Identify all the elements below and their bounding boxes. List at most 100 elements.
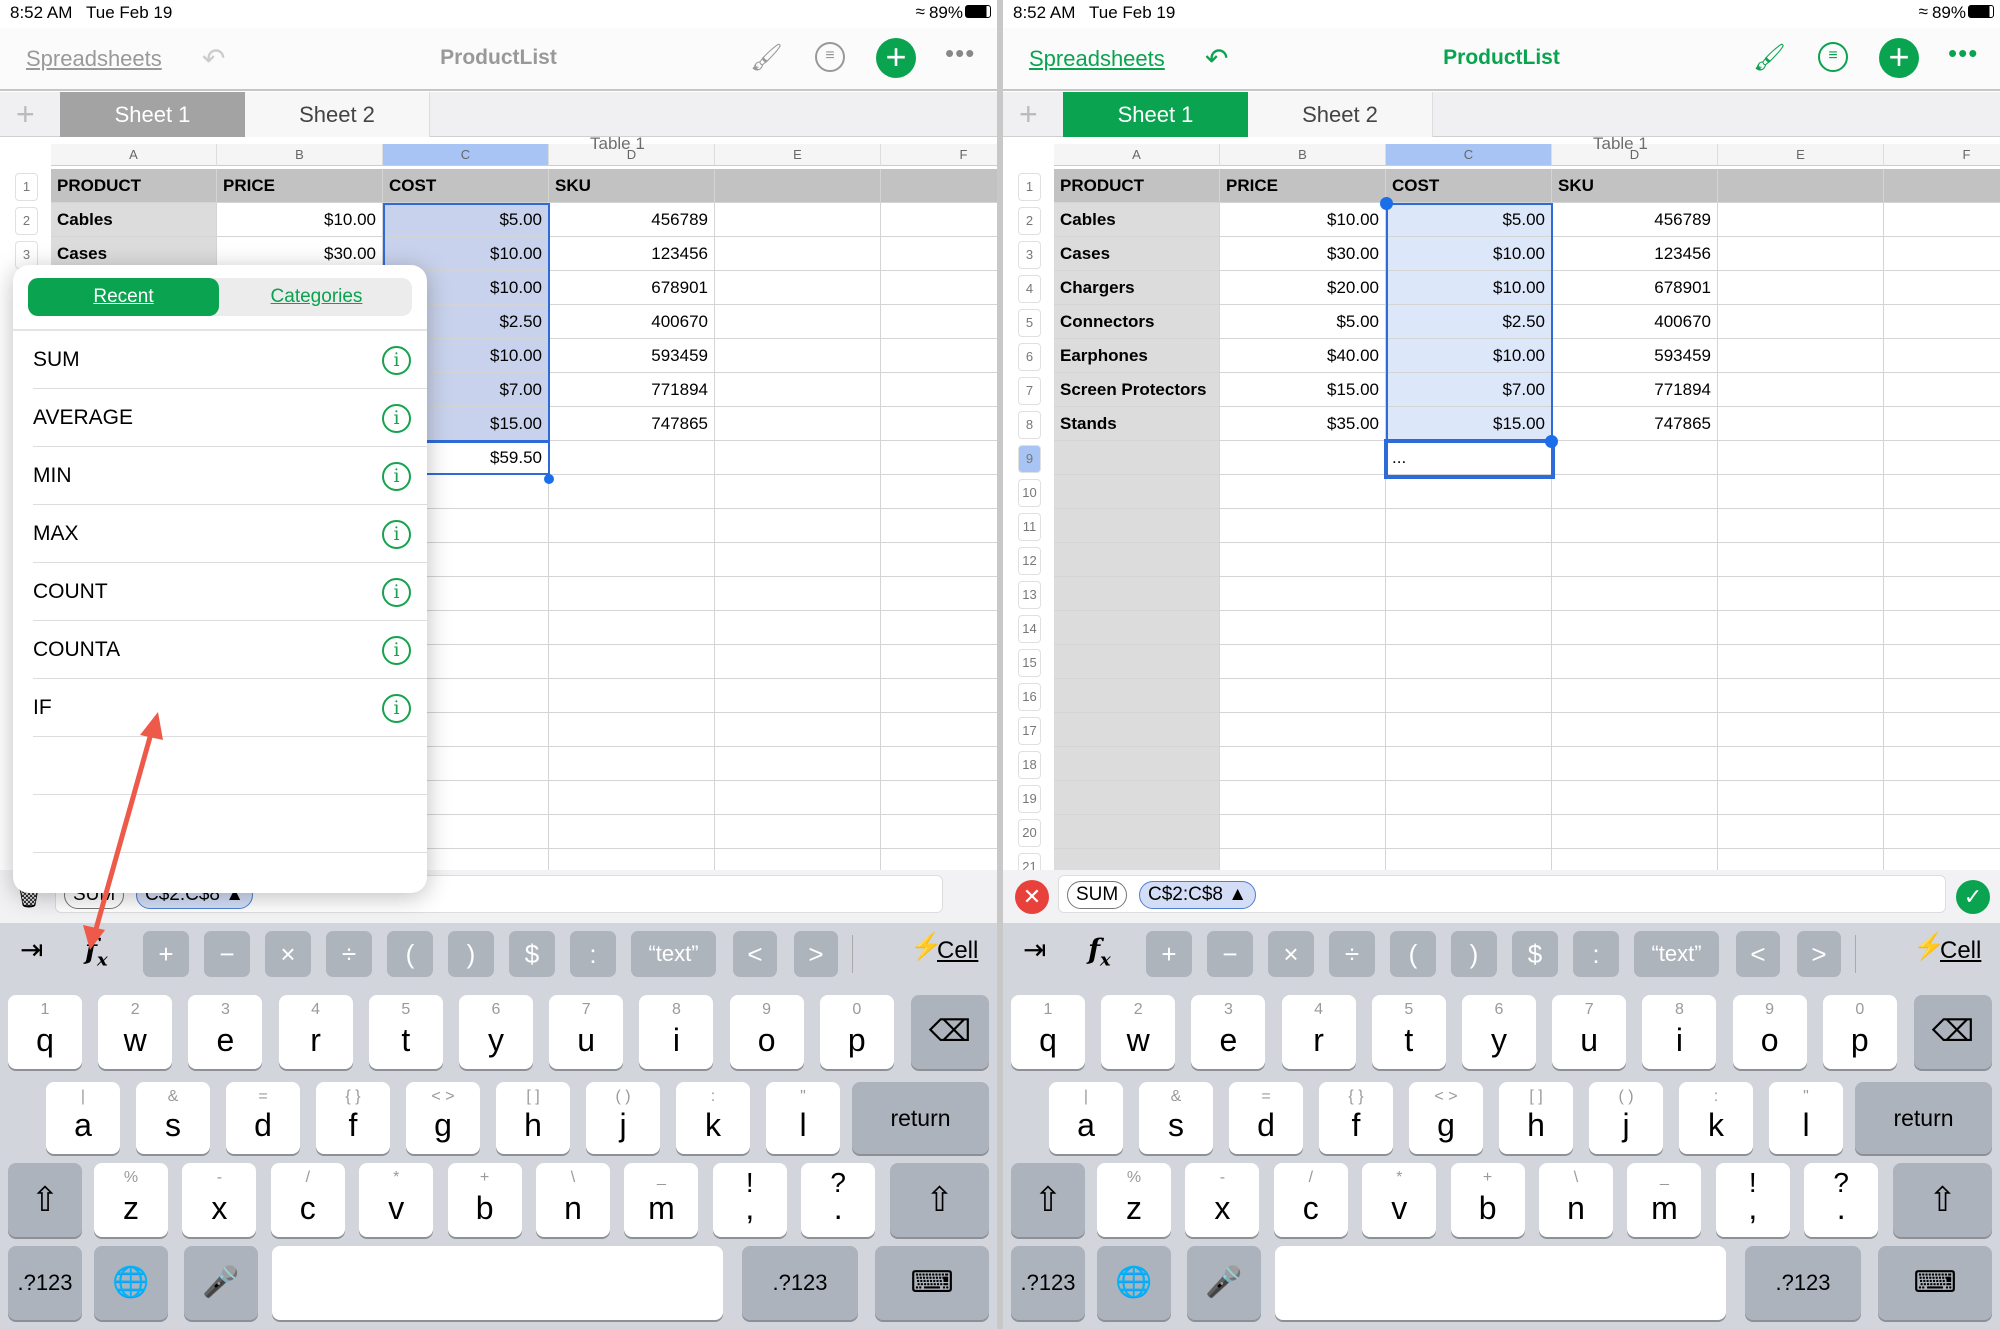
row-number[interactable]: 12 [1018, 547, 1041, 575]
table-cell[interactable] [1884, 407, 2000, 441]
table-cell[interactable] [1884, 611, 2000, 645]
table-cell[interactable] [1552, 577, 1718, 611]
table-cell[interactable] [1718, 271, 1884, 305]
more-icon[interactable]: ••• [1948, 38, 1978, 69]
table-cell[interactable] [1386, 475, 1552, 509]
table-cell[interactable] [1552, 441, 1718, 475]
key-x[interactable]: -x [1185, 1163, 1260, 1237]
table-cell[interactable] [1220, 713, 1386, 747]
table-cell[interactable] [1884, 747, 2000, 781]
row-number[interactable]: 3 [1018, 241, 1041, 269]
table-cell[interactable] [1386, 679, 1552, 713]
microphone-key[interactable]: 🎤 [1187, 1246, 1261, 1320]
table-cell[interactable] [1220, 679, 1386, 713]
table-cell[interactable]: Earphones [1054, 339, 1220, 373]
operator-key[interactable]: − [1207, 931, 1253, 977]
table-cell[interactable] [1718, 543, 1884, 577]
table-cell[interactable] [1220, 577, 1386, 611]
table-cell[interactable]: $35.00 [1220, 407, 1386, 441]
row-number[interactable]: 7 [1018, 377, 1041, 405]
tab-key-icon[interactable]: ⇥ [1023, 933, 1046, 966]
table-cell[interactable] [1718, 679, 1884, 713]
range-pill[interactable]: C$2:C$8 ▲ [1139, 881, 1257, 909]
table-cell[interactable]: $20.00 [1220, 271, 1386, 305]
table-cell[interactable]: $10.00 [1220, 203, 1386, 237]
key-s[interactable]: & s [1139, 1082, 1213, 1154]
table-cell[interactable]: Screen Protectors [1054, 373, 1220, 407]
key-r[interactable]: 4r [1281, 995, 1356, 1069]
table-cell[interactable] [1386, 543, 1552, 577]
shift-key-left[interactable]: ⇧ [1011, 1163, 1085, 1237]
table-cell[interactable] [1718, 645, 1884, 679]
table-cell[interactable] [1054, 713, 1220, 747]
add-button[interactable]: + [1879, 38, 1919, 78]
column-header-C[interactable]: C [1386, 144, 1552, 166]
row-number[interactable]: 19 [1018, 785, 1041, 813]
table-cell[interactable] [1552, 781, 1718, 815]
row-number[interactable]: 20 [1018, 819, 1041, 847]
dismiss-keyboard-key[interactable]: ⌨ [1878, 1246, 1992, 1320]
return-key[interactable]: return [1855, 1082, 1992, 1154]
key-g[interactable]: < > g [1409, 1082, 1483, 1154]
table-cell[interactable]: Connectors [1054, 305, 1220, 339]
table-cell[interactable]: $5.00 [1220, 305, 1386, 339]
table-cell[interactable]: $15.00 [1220, 373, 1386, 407]
table-cell[interactable] [1884, 815, 2000, 849]
table-cell[interactable] [1718, 781, 1884, 815]
table-cell[interactable] [1552, 747, 1718, 781]
row-number[interactable]: 13 [1018, 581, 1041, 609]
header-cell[interactable] [1718, 169, 1884, 203]
table-cell[interactable] [1054, 781, 1220, 815]
table-cell[interactable]: 593459 [1552, 339, 1718, 373]
table-cell[interactable] [1220, 815, 1386, 849]
table-cell[interactable] [1054, 543, 1220, 577]
table-cell[interactable] [1386, 713, 1552, 747]
table-cell[interactable] [1386, 645, 1552, 679]
table-cell[interactable] [1552, 543, 1718, 577]
table-cell[interactable] [1884, 271, 2000, 305]
key-o[interactable]: 9o [1732, 995, 1807, 1069]
selection-handle-bottom[interactable] [1545, 435, 1558, 448]
key-k[interactable]: :k [1679, 1082, 1753, 1154]
table-cell[interactable]: Stands [1054, 407, 1220, 441]
table-cell[interactable] [1220, 441, 1386, 475]
table-cell[interactable] [1884, 237, 2000, 271]
key-a[interactable]: | a [1049, 1082, 1123, 1154]
table-cell[interactable]: Chargers [1054, 271, 1220, 305]
key-d[interactable]: = d [1229, 1082, 1303, 1154]
numbers-key-left[interactable]: .?123 [1011, 1246, 1085, 1320]
function-fx-button[interactable]: fx [1088, 933, 1111, 971]
table-cell[interactable] [1718, 747, 1884, 781]
table-cell[interactable] [1552, 645, 1718, 679]
table-cell[interactable] [1718, 815, 1884, 849]
organize-icon[interactable]: ≡ [1818, 42, 1848, 72]
operator-key[interactable]: “text” [1634, 931, 1719, 977]
table-cell[interactable] [1220, 645, 1386, 679]
table-cell[interactable] [1718, 475, 1884, 509]
table-cell[interactable] [1718, 305, 1884, 339]
row-number[interactable]: 11 [1018, 513, 1041, 541]
formula-input[interactable]: SUM C$2:C$8 ▲ [1058, 875, 1946, 913]
table-cell[interactable] [1718, 611, 1884, 645]
selection-handle-top[interactable] [1380, 197, 1393, 210]
key-c[interactable]: / c [1273, 1163, 1348, 1237]
table-cell[interactable] [1552, 509, 1718, 543]
key-i[interactable]: 8i [1642, 995, 1717, 1069]
table-cell[interactable] [1054, 815, 1220, 849]
header-cell[interactable] [1884, 169, 2000, 203]
table-cell[interactable] [1552, 611, 1718, 645]
table-cell[interactable]: $40.00 [1220, 339, 1386, 373]
table-cell[interactable] [1718, 509, 1884, 543]
table-cell[interactable] [1386, 509, 1552, 543]
accept-formula-button[interactable]: ✓ [1956, 880, 1990, 914]
table-cell[interactable]: 123456 [1552, 237, 1718, 271]
table-cell[interactable] [1386, 815, 1552, 849]
table-cell[interactable] [1718, 441, 1884, 475]
key-f[interactable]: { } f [1319, 1082, 1393, 1154]
row-number[interactable]: 14 [1018, 615, 1041, 643]
key-q[interactable]: 1q [1011, 995, 1085, 1069]
table-cell[interactable] [1386, 611, 1552, 645]
key-m[interactable]: _ m [1627, 1163, 1702, 1237]
row-number[interactable]: 17 [1018, 717, 1041, 745]
key-z[interactable]: % z [1097, 1163, 1171, 1237]
